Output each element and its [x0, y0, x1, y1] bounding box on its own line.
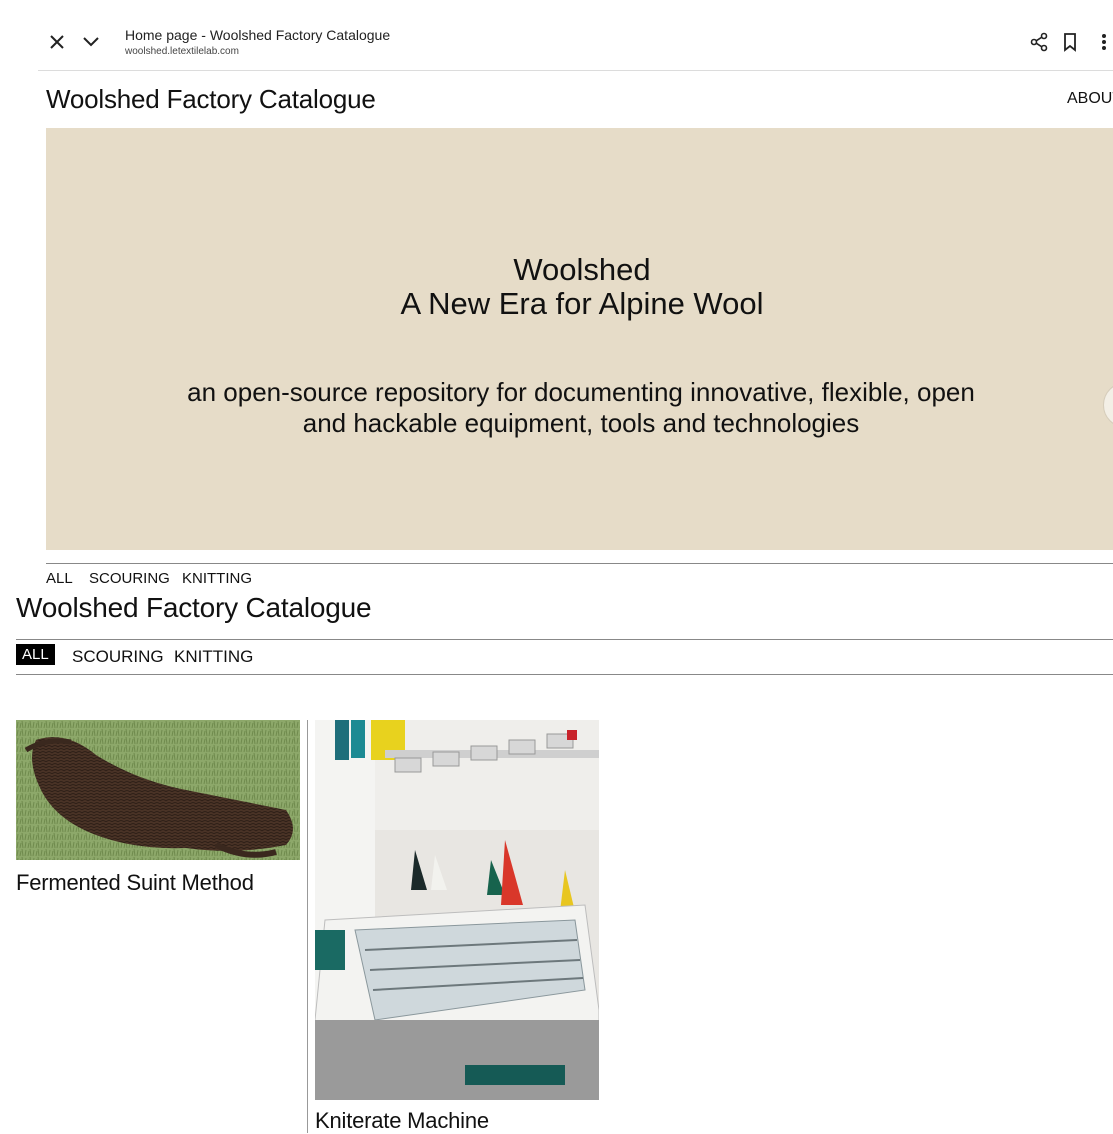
- chevron-down-icon[interactable]: [77, 28, 105, 56]
- filter-top-all[interactable]: ALL: [46, 570, 73, 587]
- bookmark-icon[interactable]: [1056, 28, 1084, 56]
- hero-banner: [46, 128, 1113, 550]
- filter-top-scouring[interactable]: SCOURING: [89, 570, 170, 587]
- site-title[interactable]: Woolshed Factory Catalogue: [46, 84, 376, 115]
- divider: [16, 674, 1113, 675]
- card-title-fermented-suint[interactable]: Fermented Suint Method: [16, 870, 254, 896]
- page-title: Home page - Woolshed Factory Catalogue: [125, 27, 391, 43]
- filter-top-knitting[interactable]: KNITTING: [182, 570, 252, 587]
- about-link[interactable]: ABOUT: [1067, 90, 1113, 108]
- hero-heading-line1: Woolshed: [513, 252, 651, 287]
- hero-description: an open-source repository for documentin…: [187, 377, 975, 438]
- card-image-fleece[interactable]: [16, 720, 300, 860]
- filter-scouring[interactable]: SCOURING: [72, 647, 164, 667]
- more-vert-icon[interactable]: [1094, 28, 1113, 56]
- catalogue-title: Woolshed Factory Catalogue: [16, 592, 372, 623]
- filter-knitting[interactable]: KNITTING: [174, 647, 253, 667]
- share-icon[interactable]: [1025, 28, 1053, 56]
- toolbar-divider: [38, 70, 1113, 71]
- browser-toolbar: Home page - Woolshed Factory Catalogue w…: [0, 0, 1113, 71]
- hero-heading-line2: A New Era for Alpine Wool: [400, 286, 764, 321]
- close-icon[interactable]: [43, 28, 71, 56]
- card-title-kniterate-machine[interactable]: Kniterate Machine: [315, 1108, 489, 1134]
- page-url[interactable]: woolshed.letextilelab.com: [125, 46, 239, 57]
- card-separator: [307, 720, 308, 1133]
- divider: [46, 563, 1113, 564]
- divider: [16, 639, 1113, 640]
- card-image-knitting-machine[interactable]: [315, 720, 599, 1100]
- filter-all[interactable]: ALL: [16, 644, 55, 665]
